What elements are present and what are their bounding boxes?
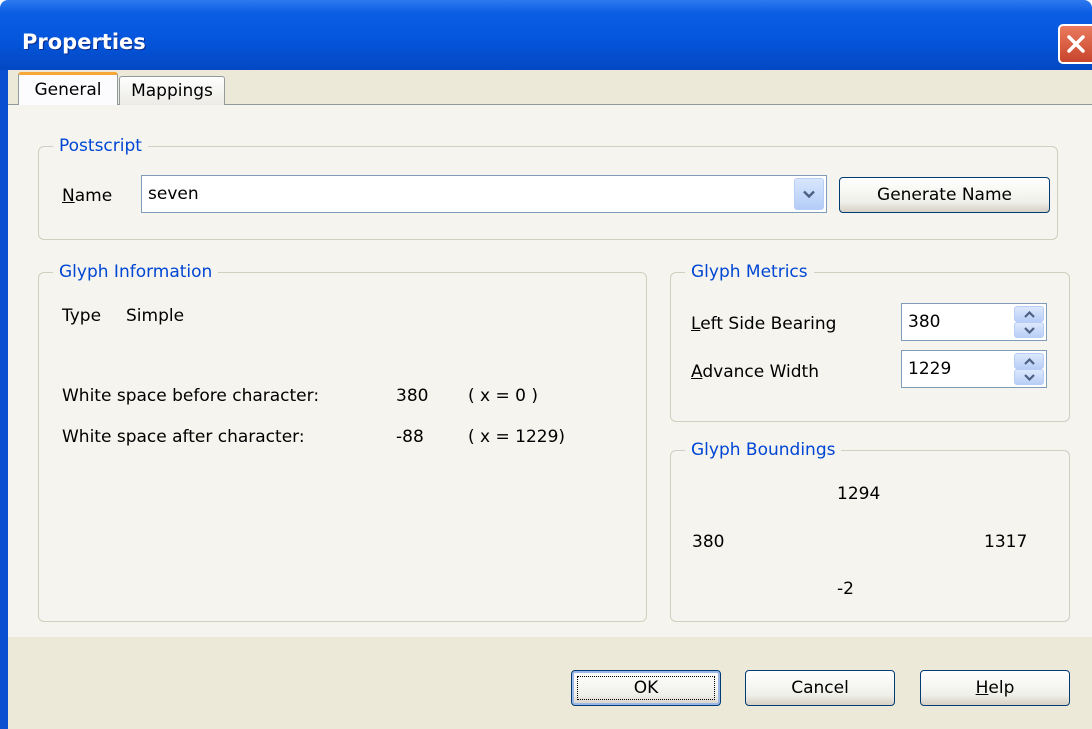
generate-name-button[interactable]: Generate Name <box>839 177 1050 213</box>
glyph-metrics-legend: Glyph Metrics <box>691 262 808 282</box>
tab-general-label: General <box>34 80 102 100</box>
whitespace-before-value: 380 <box>396 386 429 406</box>
glyph-boundings-legend: Glyph Boundings <box>691 440 836 460</box>
close-button[interactable] <box>1058 24 1092 64</box>
left-side-bearing-input[interactable]: 380 <box>908 312 940 332</box>
left-side-bearing-down-button[interactable] <box>1014 322 1044 338</box>
type-label: Type <box>62 306 102 326</box>
close-icon <box>1067 35 1085 53</box>
title-bar[interactable]: Properties <box>0 0 1092 70</box>
postscript-legend: Postscript <box>59 136 142 156</box>
whitespace-after-value: -88 <box>396 427 424 447</box>
window-frame <box>0 70 8 729</box>
whitespace-before-x: ( x = 0 ) <box>468 386 539 406</box>
tab-mappings[interactable]: Mappings <box>119 76 225 105</box>
glyph-boundings-group: Glyph Boundings <box>670 440 1070 622</box>
chevron-down-icon <box>1024 327 1035 334</box>
name-combobox[interactable]: seven <box>141 175 827 213</box>
properties-dialog: Properties General Mappings Postscript N… <box>0 0 1092 729</box>
whitespace-after-label: White space after character: <box>62 427 305 447</box>
advance-width-spin-buttons <box>1014 353 1044 385</box>
whitespace-after-x: ( x = 1229) <box>468 427 566 447</box>
ok-focus-rect <box>577 676 715 700</box>
name-label: Name <box>62 186 113 206</box>
chevron-up-icon <box>1024 311 1035 318</box>
glyph-information-legend: Glyph Information <box>59 262 213 282</box>
tab-mappings-label: Mappings <box>131 81 213 101</box>
advance-width-spinner[interactable]: 1229 <box>901 350 1047 388</box>
chevron-down-icon <box>803 190 815 199</box>
tab-general[interactable]: General <box>18 72 118 105</box>
chevron-up-icon <box>1024 358 1035 365</box>
advance-width-input[interactable]: 1229 <box>908 359 951 379</box>
left-side-bearing-spinner[interactable]: 380 <box>901 303 1047 341</box>
name-input[interactable]: seven <box>148 184 199 204</box>
left-side-bearing-label: Left Side Bearing <box>691 314 837 334</box>
advance-width-down-button[interactable] <box>1014 369 1044 385</box>
advance-width-label: Advance Width <box>691 362 819 382</box>
bounding-right-value: 1317 <box>984 532 1028 552</box>
bounding-top-value: 1294 <box>837 484 881 504</box>
type-value: Simple <box>126 306 185 326</box>
window-title: Properties <box>22 30 146 54</box>
left-side-bearing-spin-buttons <box>1014 306 1044 338</box>
glyph-metrics-group: Glyph Metrics <box>670 262 1070 422</box>
cancel-button[interactable]: Cancel <box>745 670 895 706</box>
whitespace-before-label: White space before character: <box>62 386 320 406</box>
left-side-bearing-up-button[interactable] <box>1014 306 1044 322</box>
name-dropdown-button[interactable] <box>794 178 824 210</box>
chevron-down-icon <box>1024 374 1035 381</box>
advance-width-up-button[interactable] <box>1014 353 1044 369</box>
bounding-bottom-value: -2 <box>837 579 854 599</box>
ok-button[interactable]: OK <box>571 670 721 706</box>
bounding-left-value: 380 <box>692 532 725 552</box>
help-button[interactable]: Help <box>920 670 1070 706</box>
